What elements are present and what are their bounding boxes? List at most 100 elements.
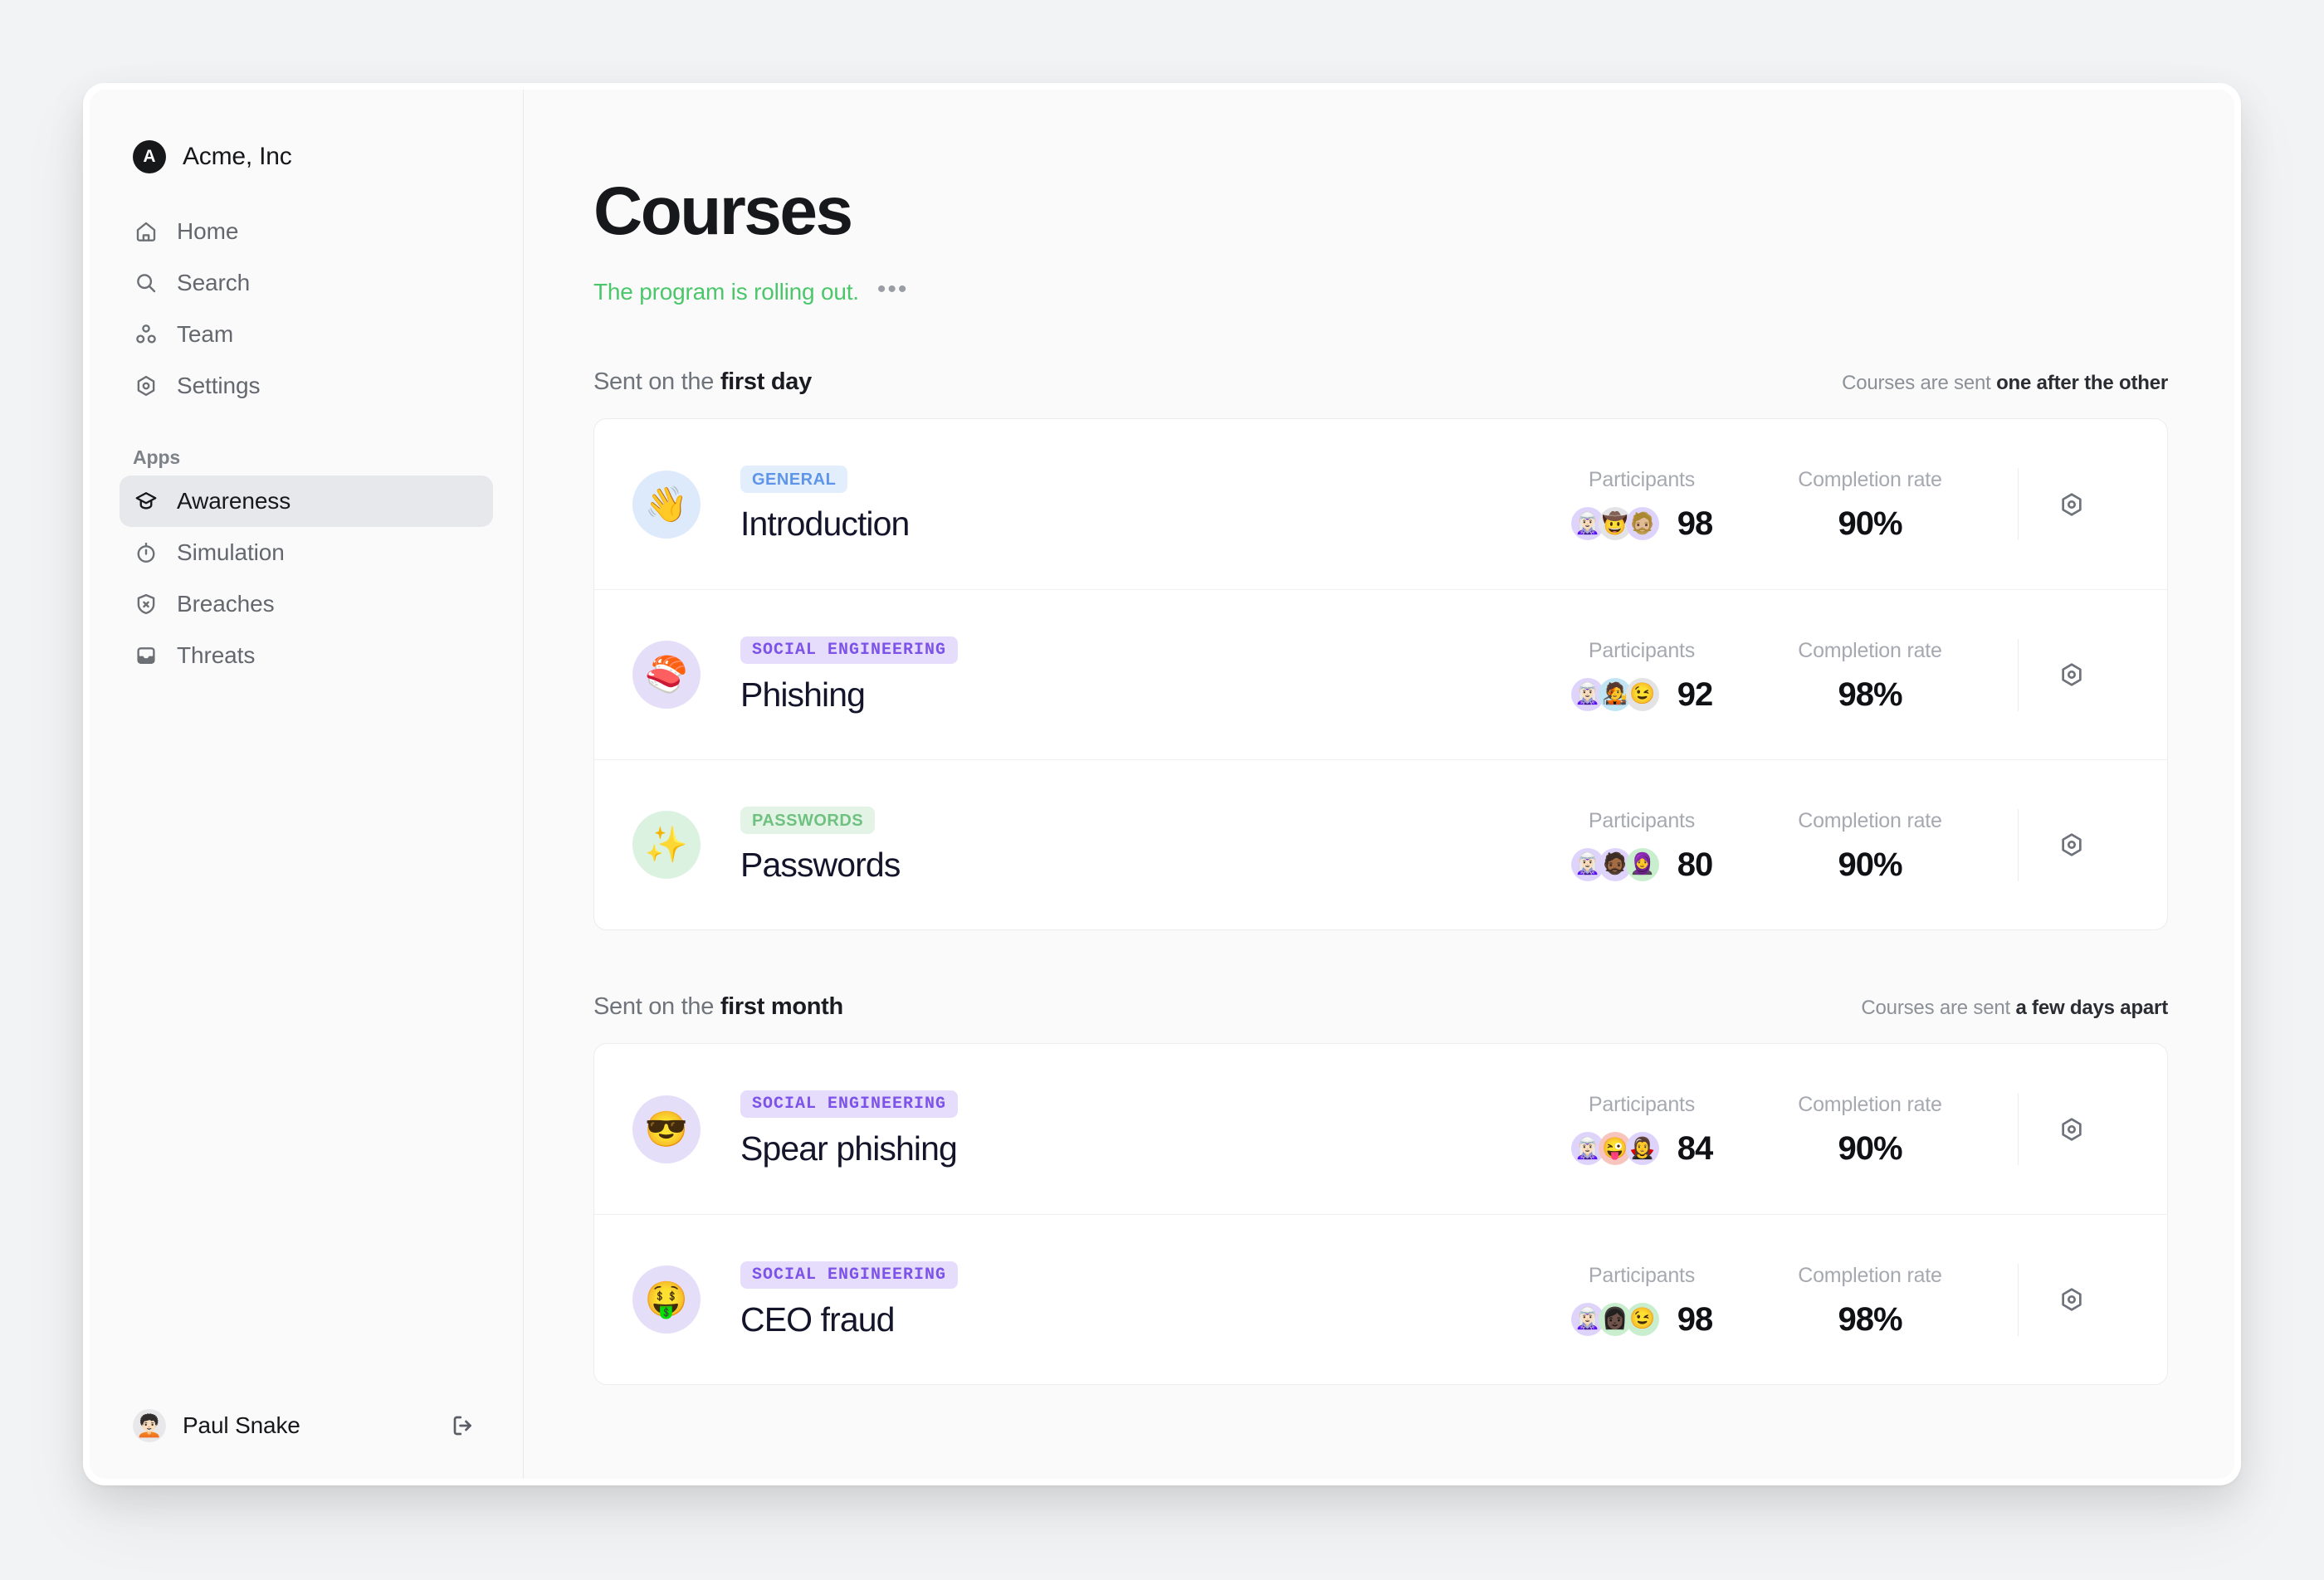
course-text: SOCIAL ENGINEERING Spear phishing	[740, 1090, 959, 1168]
completion-value: 90%	[1838, 1130, 1902, 1167]
avatar: 🧔🏼	[1625, 507, 1659, 540]
participants-label: Participants	[1588, 468, 1696, 491]
avatar: 🧛‍♀️	[1625, 1132, 1659, 1165]
shield-x-icon	[133, 591, 159, 617]
course-settings-icon[interactable]	[2018, 1263, 2124, 1336]
sidebar-item-home[interactable]: Home	[120, 206, 493, 257]
sections-container: Sent on the first day Courses are sent on…	[593, 368, 2168, 1385]
section-header: Sent on the first month Courses are sent …	[593, 993, 2168, 1021]
avatar[interactable]: 🧑🏻‍🦱	[133, 1409, 166, 1442]
course-name: Passwords	[740, 845, 901, 884]
avatar: 🧕	[1625, 847, 1659, 881]
section-title-prefix: Sent on the	[593, 993, 720, 1020]
completion-value: 98%	[1838, 675, 1902, 713]
sidebar-item-settings[interactable]: Settings	[120, 360, 493, 412]
course-settings-icon[interactable]	[2018, 468, 2124, 540]
completion-metric: Completion rate 90%	[1745, 468, 1994, 540]
participants-count: 92	[1677, 675, 1713, 713]
sidebar-item-awareness[interactable]: Awareness	[120, 475, 493, 527]
sidebar-item-simulation-label: Simulation	[177, 539, 285, 565]
sidebar-item-breaches[interactable]: Breaches	[120, 578, 493, 630]
course-emoji-icon: ✨	[632, 811, 701, 879]
participants-label: Participants	[1588, 638, 1696, 662]
sidebar-item-home-label: Home	[177, 218, 239, 244]
sidebar-item-settings-label: Settings	[177, 373, 261, 398]
course-category-badge: PASSWORDS	[740, 806, 876, 834]
participant-avatars: 🧝🏻‍♀️ 👩🏿 😉	[1570, 1302, 1659, 1336]
participants-metric: Participants 🧝🏻‍♀️ 👩🏿 😉 98	[1538, 1264, 1745, 1336]
more-options-button[interactable]: •••	[877, 277, 909, 302]
course-category-badge: GENERAL	[740, 466, 848, 494]
course-row[interactable]: 😎 SOCIAL ENGINEERING Spear phishing Partici…	[594, 1044, 2167, 1214]
course-name: CEO fraud	[740, 1300, 895, 1339]
completion-metric: Completion rate 90%	[1745, 809, 1994, 881]
participants-count: 98	[1677, 505, 1713, 542]
course-settings-icon[interactable]	[2018, 808, 2124, 881]
page-subtitle-row: The program is rolling out. •••	[593, 277, 2168, 305]
completion-value: 98%	[1838, 1300, 1902, 1338]
participants-metric: Participants 🧝🏻‍♀️ 🧑‍🎤 😉 92	[1538, 639, 1745, 711]
participants-row: 🧝🏻‍♀️ 🧑‍🎤 😉 92	[1570, 675, 1713, 713]
participants-count: 98	[1677, 1300, 1713, 1338]
settings-icon	[133, 373, 159, 399]
section-title: Sent on the first day	[593, 368, 812, 396]
sidebar-item-awareness-label: Awareness	[177, 488, 291, 514]
course-text: PASSWORDS Passwords	[740, 806, 901, 884]
course-metrics: Participants 🧝🏻‍♀️ 👩🏿 😉 98 Completion rate 98%	[1538, 1263, 2124, 1336]
app-window: A Acme, Inc Home Search Team Settings Ap…	[83, 83, 2241, 1485]
sidebar-item-search[interactable]: Search	[120, 257, 493, 309]
course-category-badge: SOCIAL ENGINEERING	[740, 1090, 959, 1119]
course-name: Spear phishing	[740, 1129, 958, 1168]
course-metrics: Participants 🧝🏻‍♀️ 🧑‍🎤 😉 92 Completion rate 98…	[1538, 638, 2124, 711]
sidebar-item-threats[interactable]: Threats	[120, 630, 493, 681]
primary-nav: Home Search Team Settings Apps Awareness…	[120, 206, 493, 681]
participants-metric: Participants 🧝🏻‍♀️ 🧔🏾 🧕 80	[1538, 809, 1745, 881]
section-note-strong: one after the other	[1996, 372, 2168, 394]
section-note-prefix: Courses are sent	[1842, 372, 1997, 394]
participants-label: Participants	[1588, 1093, 1696, 1116]
course-settings-icon[interactable]	[2018, 638, 2124, 711]
course-metrics: Participants 🧝🏻‍♀️ 😜 🧛‍♀️ 84 Completion rate 9…	[1538, 1093, 2124, 1165]
inbox-icon	[133, 642, 159, 669]
avatar: 😉	[1625, 677, 1659, 711]
course-card: 😎 SOCIAL ENGINEERING Spear phishing Partici…	[593, 1043, 2168, 1385]
course-emoji-icon: 😎	[632, 1095, 701, 1163]
course-text: SOCIAL ENGINEERING CEO fraud	[740, 1261, 959, 1339]
course-card: 👋 GENERAL Introduction Participants 🧝🏻‍♀️ 🤠 🧔🏼…	[593, 418, 2168, 930]
completion-metric: Completion rate 98%	[1745, 639, 1994, 711]
sidebar-footer: 🧑🏻‍🦱 Paul Snake	[120, 1402, 493, 1449]
participants-row: 🧝🏻‍♀️ 😜 🧛‍♀️ 84	[1570, 1132, 1713, 1165]
sidebar-item-search-label: Search	[177, 270, 251, 295]
team-icon	[133, 321, 159, 348]
participants-row: 🧝🏻‍♀️ 👩🏿 😉 98	[1570, 1300, 1713, 1338]
participants-count: 80	[1677, 846, 1713, 883]
course-row[interactable]: 🤑 SOCIAL ENGINEERING CEO fraud Participants…	[594, 1214, 2167, 1384]
logout-icon[interactable]	[447, 1409, 480, 1442]
workspace-name: Acme, Inc	[183, 143, 292, 170]
participants-label: Participants	[1588, 808, 1696, 832]
status-text: The program is rolling out.	[593, 279, 859, 305]
course-text: GENERAL Introduction	[740, 466, 910, 544]
section-title-strong: first day	[720, 368, 812, 395]
course-category-badge: SOCIAL ENGINEERING	[740, 636, 959, 664]
completion-value: 90%	[1838, 846, 1902, 883]
sidebar-item-team[interactable]: Team	[120, 309, 493, 360]
course-row[interactable]: 👋 GENERAL Introduction Participants 🧝🏻‍♀️ 🤠 🧔🏼…	[594, 419, 2167, 589]
section-title-prefix: Sent on the	[593, 368, 720, 395]
participant-avatars: 🧝🏻‍♀️ 😜 🧛‍♀️	[1570, 1132, 1659, 1165]
section-note-prefix: Courses are sent	[1861, 997, 2016, 1019]
sidebar-item-simulation[interactable]: Simulation	[120, 527, 493, 578]
participant-avatars: 🧝🏻‍♀️ 🧑‍🎤 😉	[1570, 677, 1659, 711]
sidebar-item-threats-label: Threats	[177, 642, 256, 668]
completion-label: Completion rate	[1798, 468, 1942, 491]
home-icon	[133, 218, 159, 245]
course-name: Introduction	[740, 505, 910, 544]
course-row[interactable]: ✨ PASSWORDS Passwords Participants 🧝🏻‍♀️ 🧔🏾 🧕 8…	[594, 759, 2167, 929]
course-row[interactable]: 🍣 SOCIAL ENGINEERING Phishing Participants 🧝…	[594, 589, 2167, 759]
course-settings-icon[interactable]	[2018, 1093, 2124, 1165]
completion-metric: Completion rate 98%	[1745, 1264, 1994, 1336]
workspace-switcher[interactable]: A Acme, Inc	[120, 138, 493, 176]
completion-label: Completion rate	[1798, 1263, 1942, 1287]
section-note: Courses are sent a few days apart	[1861, 997, 2168, 1020]
completion-label: Completion rate	[1798, 1093, 1942, 1116]
